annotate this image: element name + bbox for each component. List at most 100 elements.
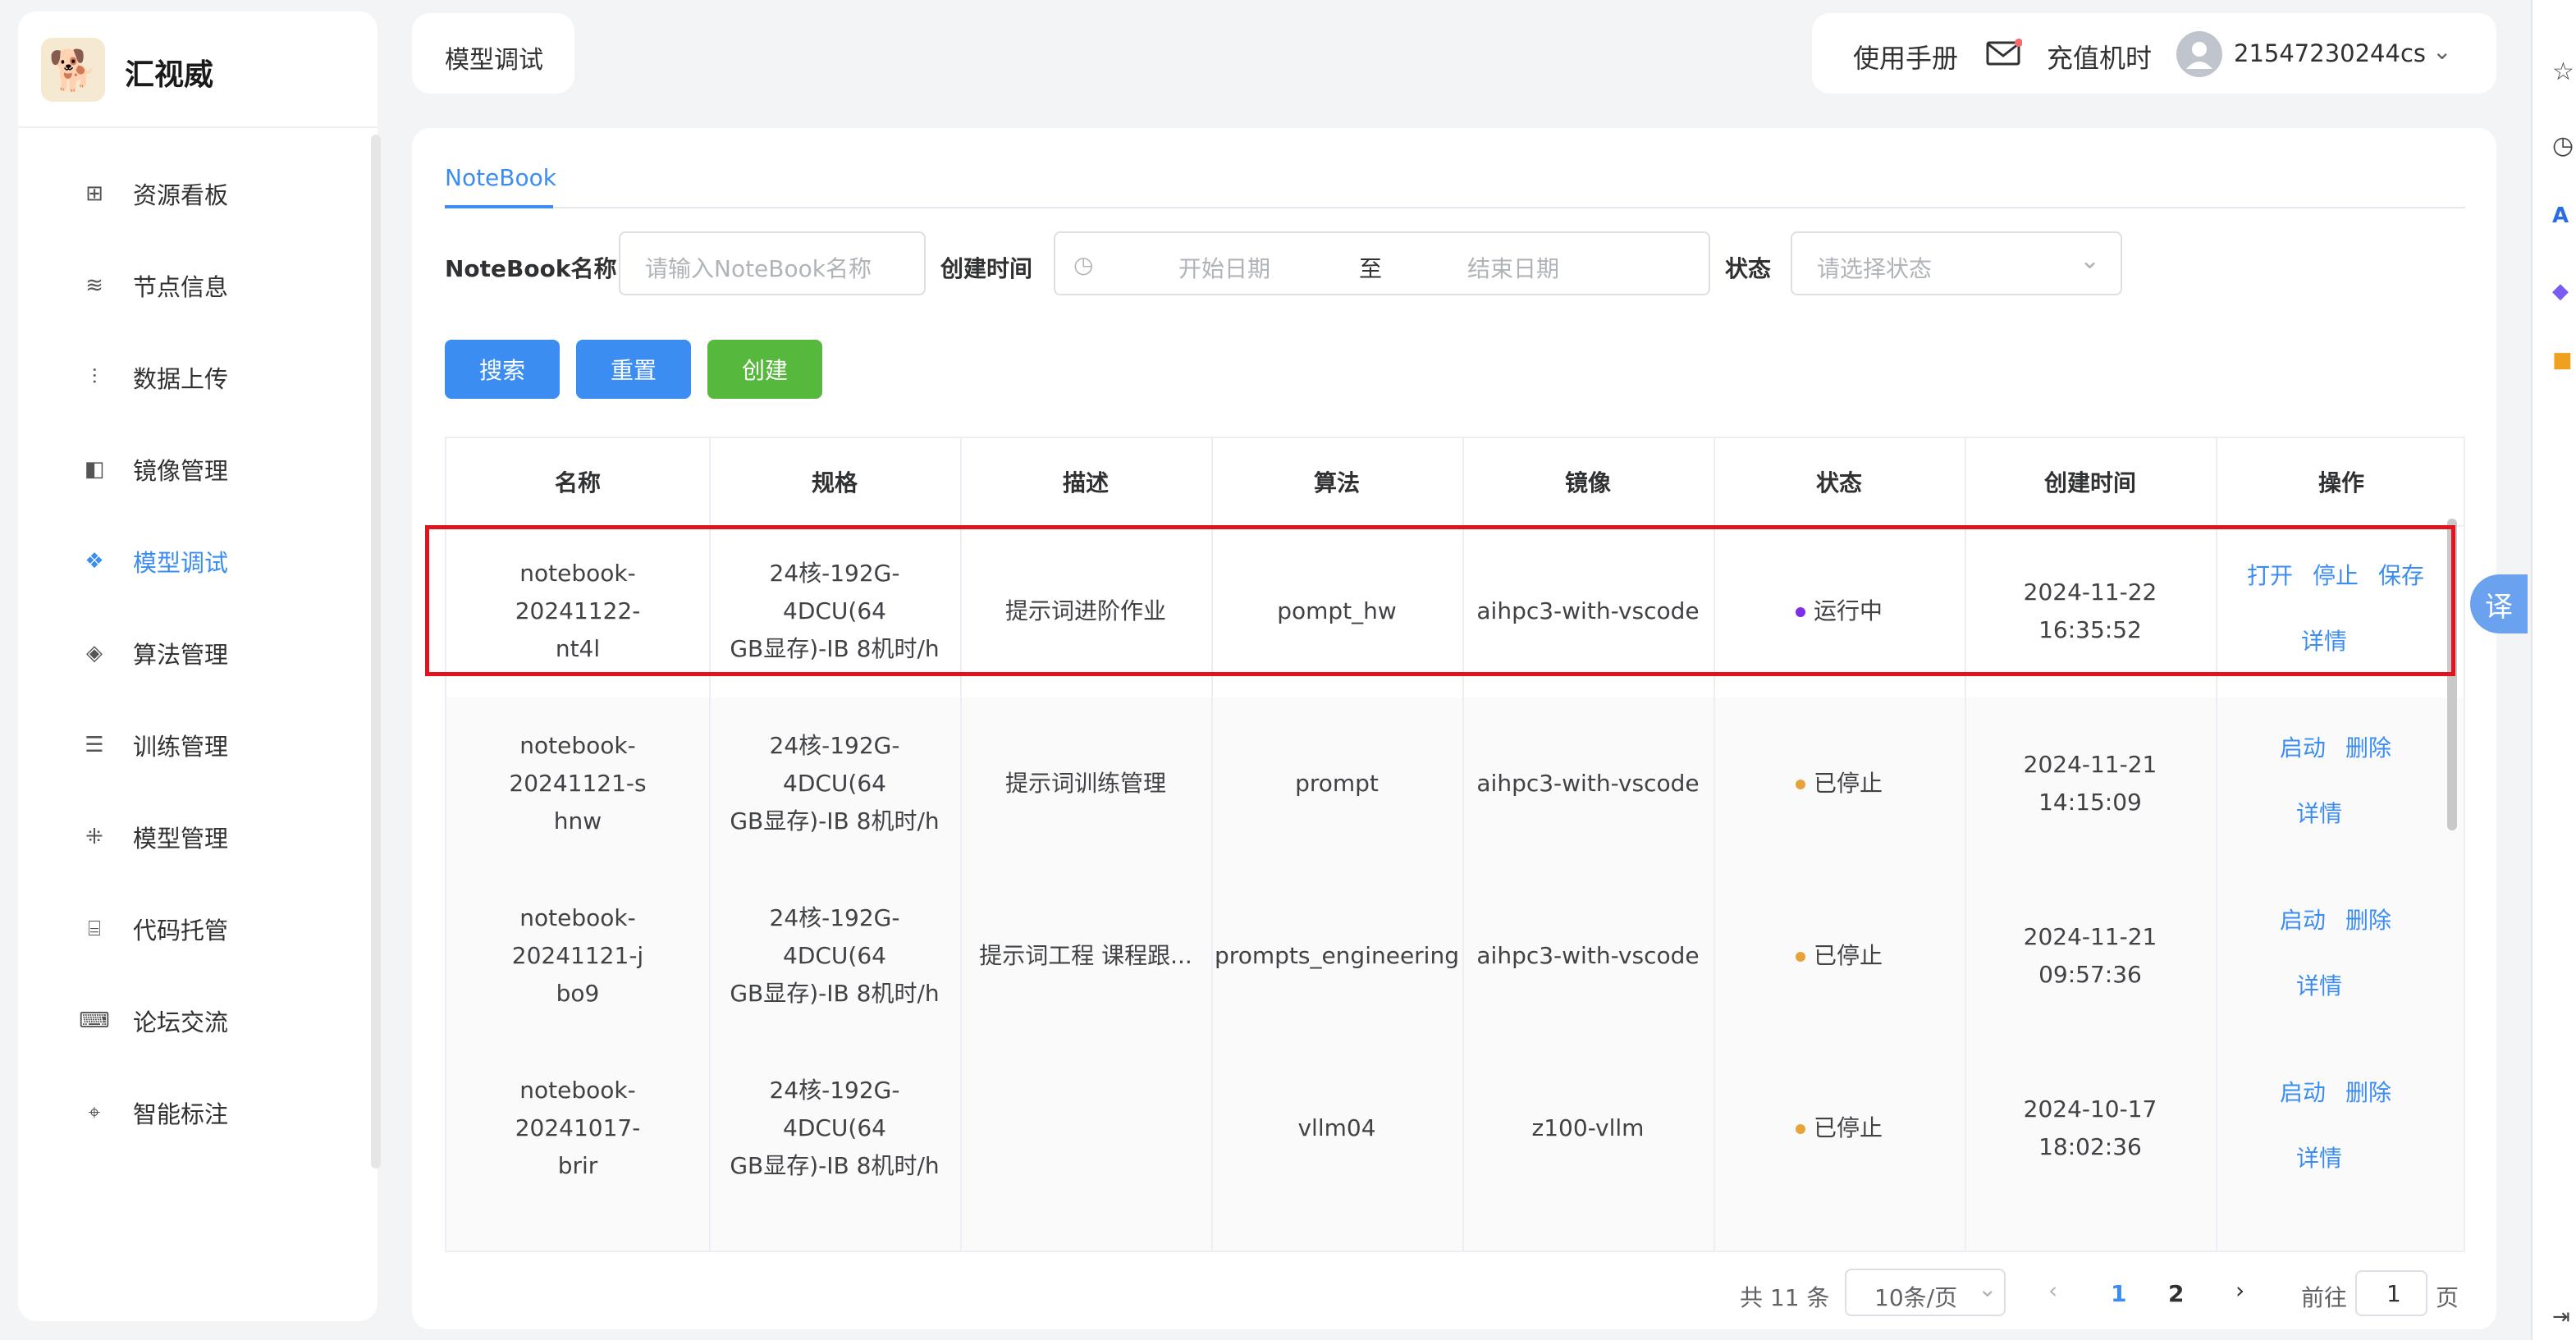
sidebar-item-7[interactable]: ⁜ 模型管理	[43, 803, 364, 871]
start-date-input[interactable]: 开始日期	[1178, 251, 1270, 284]
cell-algo: vllm04	[1297, 1114, 1376, 1141]
detail-link[interactable]: 详情	[2296, 968, 2342, 1001]
op-link-0[interactable]: 启动	[2280, 903, 2326, 935]
detail-link[interactable]: 详情	[2296, 796, 2342, 829]
page-1[interactable]: 1	[2111, 1280, 2126, 1307]
sidebar-item-5[interactable]: ◈ 算法管理	[43, 619, 364, 688]
name-filter-placeholder: 请输入NoteBook名称	[645, 255, 872, 282]
date-range-picker[interactable]: ◷ 开始日期 至 结束日期	[1054, 231, 1710, 295]
status-dot	[1795, 952, 1805, 962]
col-header-ops: 操作	[2317, 469, 2364, 496]
op-link-1[interactable]: 删除	[2345, 730, 2391, 763]
sidebar-item-label: 镜像管理	[133, 457, 229, 485]
sidebar-item-label: 代码托管	[133, 917, 229, 944]
clock-icon: ◷	[1073, 251, 1094, 278]
cell-spec: 24核-192G-4DCU(64 GB显存)-IB 8机时/h	[730, 1077, 940, 1179]
page-suffix: 页	[2436, 1284, 2459, 1311]
col-header-desc: 描述	[1062, 469, 1109, 496]
range-separator: 至	[1359, 255, 1383, 282]
sidebar-item-9[interactable]: ⌨ 论坛交流	[43, 986, 364, 1055]
tab-active-indicator	[445, 205, 553, 208]
sidebar-item-label: 智能标注	[133, 1100, 229, 1128]
table-row	[446, 1214, 2464, 1251]
star-icon[interactable]: ☆	[2552, 57, 2574, 86]
tag-icon: ⌖	[88, 1100, 101, 1125]
search-button[interactable]: 搜索	[445, 340, 560, 399]
recharge-link[interactable]: 充值机时	[2047, 38, 2152, 75]
code-icon: ⌸	[88, 916, 101, 941]
sidebar-item-4[interactable]: ❖ 模型调试	[43, 527, 364, 596]
next-page-icon[interactable]: ›	[2235, 1277, 2244, 1304]
sidebar-item-label: 数据上传	[133, 365, 229, 393]
mail-icon[interactable]	[1986, 38, 2023, 71]
sidebar-item-1[interactable]: ≋ 节点信息	[43, 251, 364, 320]
dog-logo-icon[interactable]: 🐕	[41, 38, 105, 102]
col-header-image: 镜像	[1564, 469, 1611, 496]
detail-link[interactable]: 详情	[2296, 1141, 2342, 1173]
page-2[interactable]: 2	[2168, 1280, 2184, 1307]
name-filter-input[interactable]: 请输入NoteBook名称	[619, 231, 926, 295]
sidebar-item-2[interactable]: ⫶ 数据上传	[43, 343, 364, 412]
sidebar-item-label: 模型调试	[133, 549, 229, 577]
sidebar: 🐕 汇视威 ⊞ 资源看板 ≋ 节点信息 ⫶ 数据上传 ◧ 镜像管理 ❖ 模型调试 ◈ 算法管理 ☰ 训练管…	[18, 11, 381, 1321]
cell-image: aihpc3-with-vscode	[1476, 942, 1700, 969]
translate-button[interactable]: 译	[2470, 574, 2528, 633]
sidebar-item-10[interactable]: ⌖ 智能标注	[43, 1078, 364, 1147]
col-header-created: 创建时间	[2043, 469, 2136, 496]
sidebar-item-label: 训练管理	[133, 733, 229, 761]
reset-button[interactable]: 重置	[576, 340, 691, 399]
op-link-0[interactable]: 启动	[2280, 1075, 2326, 1108]
op-link-0[interactable]: 启动	[2280, 730, 2326, 763]
cell-name: notebook-20241121-j bo9	[511, 904, 644, 1007]
cell-ops: 启动 删除详情	[2216, 870, 2464, 1042]
col-header-algo: 算法	[1313, 469, 1360, 496]
sidebar-item-0[interactable]: ⊞ 资源看板	[43, 159, 364, 228]
cell-name: notebook-20241121-s hnw	[509, 732, 647, 835]
pagination-total: 共 11 条	[1740, 1284, 1830, 1311]
translate-ext-icon[interactable]: A	[2552, 204, 2569, 228]
col-header-status: 状态	[1815, 469, 1862, 496]
op-link-1[interactable]: 删除	[2345, 1075, 2391, 1108]
tab-notebook[interactable]: NoteBook	[445, 164, 556, 191]
box-icon: ◈	[86, 641, 103, 665]
cell-created: 2024-11-21 14:15:09	[2023, 751, 2157, 816]
goto-page-input[interactable]: 1	[2355, 1270, 2427, 1316]
table-row: notebook-20241121-j bo9 24核-192G-4DCU(64 GB…	[446, 870, 2464, 1044]
collapse-icon[interactable]: ⇥	[2552, 1305, 2570, 1329]
time-filter-label: 创建时间	[940, 255, 1033, 282]
sidebar-item-8[interactable]: ⌸ 代码托管	[43, 894, 364, 963]
username[interactable]: 21547230244cs	[2234, 39, 2426, 67]
col-header-spec: 规格	[811, 469, 858, 496]
chevron-down-icon[interactable]: ⌄	[2432, 38, 2451, 65]
cell-algo: prompts_engineering	[1215, 942, 1459, 969]
status-select[interactable]: 请选择状态 ⌄	[1791, 231, 2122, 295]
cell-created: 2024-10-17 18:02:36	[2023, 1095, 2157, 1160]
logo-row: 🐕 汇视威	[18, 11, 377, 128]
grid-icon: ⊞	[85, 181, 103, 206]
table-row: notebook-20241017- brir 24核-192G-4DCU(64 GB…	[446, 1042, 2464, 1216]
page-size-value: 10条/页	[1874, 1284, 1958, 1311]
status-select-placeholder: 请选择状态	[1817, 255, 1933, 282]
history-icon[interactable]: ◷	[2552, 131, 2574, 160]
cell-desc: 提示词工程 课程跟...	[979, 942, 1192, 969]
network-icon: ⁜	[85, 825, 103, 849]
manual-link[interactable]: 使用手册	[1853, 38, 1958, 75]
bag-icon[interactable]: ■	[2552, 348, 2573, 373]
avatar[interactable]	[2176, 31, 2222, 77]
create-button[interactable]: 创建	[707, 340, 822, 399]
browser-side-toolbar: ☆ ◷ A ◆ ■ ⇥	[2531, 0, 2576, 1340]
cell-image: z100-vllm	[1531, 1114, 1645, 1141]
game-icon[interactable]: ◆	[2552, 279, 2569, 304]
sidebar-item-3[interactable]: ◧ 镜像管理	[43, 435, 364, 504]
sidebar-item-label: 算法管理	[133, 641, 229, 669]
end-date-input[interactable]: 结束日期	[1467, 251, 1559, 284]
sidebar-scrollbar[interactable]	[371, 135, 381, 1168]
sidebar-item-label: 资源看板	[133, 181, 229, 209]
prev-page-icon[interactable]: ‹	[2048, 1277, 2057, 1304]
cell-algo: prompt	[1295, 770, 1379, 797]
sidebar-item-6[interactable]: ☰ 训练管理	[43, 711, 364, 780]
app-name: 汇视威	[125, 58, 214, 92]
page-size-select[interactable]: 10条/页 ⌄	[1845, 1269, 2006, 1316]
sidebar-item-label: 论坛交流	[133, 1008, 229, 1036]
op-link-1[interactable]: 删除	[2345, 903, 2391, 935]
